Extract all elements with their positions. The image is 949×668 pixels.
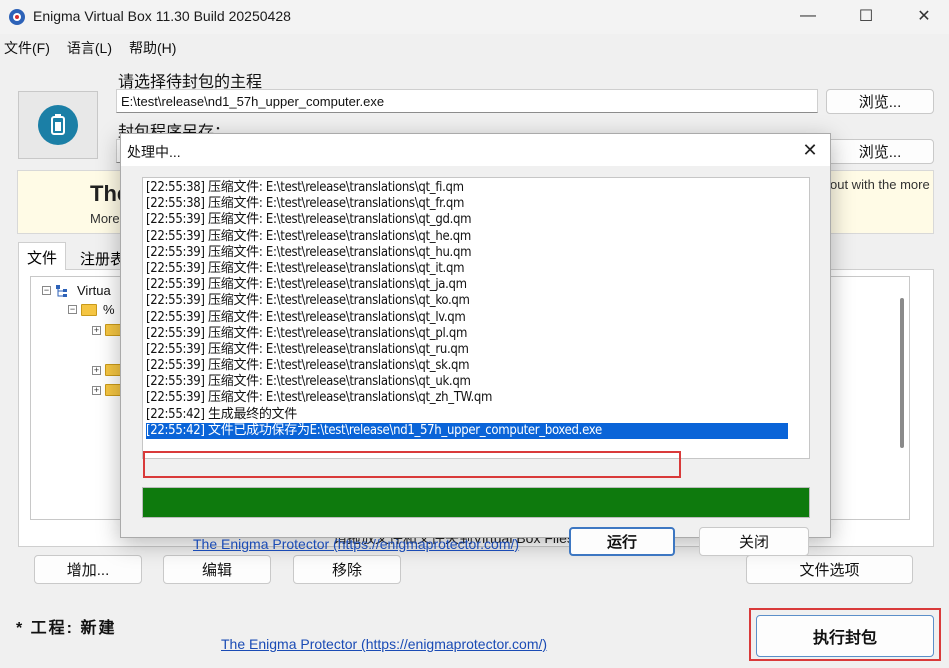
edit-button[interactable]: 编辑 xyxy=(163,555,271,584)
tab-files[interactable]: 文件 xyxy=(18,242,67,270)
log-line[interactable]: [22:55:39] 压缩文件: E:\test\release\transla… xyxy=(146,245,788,261)
log-line[interactable]: [22:55:39] 压缩文件: E:\test\release\transla… xyxy=(146,261,788,277)
title-bar: Enigma Virtual Box 11.30 Build 20250428 … xyxy=(0,0,949,34)
log-line[interactable]: [22:55:39] 压缩文件: E:\test\release\transla… xyxy=(146,358,788,374)
tree-root-label: Virtua xyxy=(77,283,111,298)
log-line-selected[interactable]: [22:55:42] 文件已成功保存为E:\test\release\nd1_5… xyxy=(146,422,788,439)
menu-language[interactable]: 语言(L) xyxy=(63,36,116,58)
log-line[interactable]: [22:55:39] 压缩文件: E:\test\release\transla… xyxy=(146,310,788,326)
main-exe-input[interactable] xyxy=(116,89,818,113)
tree-icon xyxy=(56,284,67,297)
tree-folder-root[interactable]: − % xyxy=(68,302,115,317)
file-options-button[interactable]: 文件选项 xyxy=(746,555,913,584)
logo-icon xyxy=(38,105,78,145)
expand-icon[interactable]: + xyxy=(92,365,101,375)
folder-icon xyxy=(105,324,121,336)
progress-fill xyxy=(143,488,809,517)
banner-right-text: out with the more xyxy=(830,177,930,192)
collapse-icon[interactable]: − xyxy=(42,286,51,295)
close-button[interactable]: ✕ xyxy=(896,0,949,32)
log-line[interactable]: [22:55:39] 压缩文件: E:\test\release\transla… xyxy=(146,293,788,309)
log-line[interactable]: [22:55:39] 压缩文件: E:\test\release\transla… xyxy=(146,277,788,293)
dialog-close-icon[interactable]: ✕ xyxy=(795,137,825,163)
log-line[interactable]: [22:55:38] 压缩文件: E:\test\release\transla… xyxy=(146,196,788,212)
log-list-box[interactable]: [22:55:38] 压缩文件: E:\test\release\transla… xyxy=(142,177,810,459)
dialog-title-bar: 处理中... ✕ xyxy=(121,134,830,166)
expand-icon[interactable]: + xyxy=(92,325,101,335)
log-line[interactable]: [22:55:38] 压缩文件: E:\test\release\transla… xyxy=(146,180,788,196)
tree-folder-label: % xyxy=(103,302,115,317)
expand-icon[interactable]: + xyxy=(92,385,101,395)
tree-root[interactable]: − Virtua xyxy=(42,283,111,298)
log-line[interactable]: [22:55:39] 压缩文件: E:\test\release\transla… xyxy=(146,342,788,358)
enigma-protector-link[interactable]: The Enigma Protector (https://enigmaprot… xyxy=(193,536,519,552)
folder-icon xyxy=(105,384,121,396)
log-list: [22:55:38] 压缩文件: E:\test\release\transla… xyxy=(146,180,788,439)
run-button[interactable]: 运行 xyxy=(569,527,675,556)
tree-folder[interactable]: + xyxy=(92,364,121,376)
dialog-close-button[interactable]: 关闭 xyxy=(699,527,809,556)
window-title: Enigma Virtual Box 11.30 Build 20250428 xyxy=(33,8,291,24)
dialog-title: 处理中... xyxy=(127,144,181,160)
process-button[interactable]: 执行封包 xyxy=(756,615,934,657)
browse-save-button[interactable]: 浏览... xyxy=(826,139,934,164)
tree-folder[interactable]: + xyxy=(92,324,121,336)
log-line[interactable]: [22:55:39] 压缩文件: E:\test\release\transla… xyxy=(146,229,788,245)
battery-icon xyxy=(51,114,65,135)
log-line[interactable]: [22:55:39] 压缩文件: E:\test\release\transla… xyxy=(146,212,788,228)
log-line[interactable]: [22:55:39] 压缩文件: E:\test\release\transla… xyxy=(146,374,788,390)
tree-scrollbar[interactable] xyxy=(900,298,904,448)
log-line[interactable]: [22:55:42] 生成最终的文件 xyxy=(146,407,788,423)
banner-subtitle: More xyxy=(90,211,120,226)
logo-box xyxy=(18,91,98,159)
collapse-icon[interactable]: − xyxy=(68,305,77,314)
tree-folder[interactable]: + xyxy=(92,384,121,396)
enigma-protector-link[interactable]: The Enigma Protector (https://enigmaprot… xyxy=(221,636,547,652)
menu-bar: 文件(F) 语言(L) 帮助(H) xyxy=(0,36,189,58)
menu-file[interactable]: 文件(F) xyxy=(0,36,54,58)
processing-dialog: 处理中... ✕ [22:55:38] 压缩文件: E:\test\releas… xyxy=(120,133,831,556)
dialog-body: [22:55:38] 压缩文件: E:\test\release\transla… xyxy=(121,166,830,556)
log-line[interactable]: [22:55:39] 压缩文件: E:\test\release\transla… xyxy=(146,390,788,406)
app-icon xyxy=(9,9,25,25)
remove-button[interactable]: 移除 xyxy=(293,555,401,584)
menu-help[interactable]: 帮助(H) xyxy=(125,36,180,58)
maximize-button[interactable]: ☐ xyxy=(838,0,894,32)
project-status: * 工程: 新建 xyxy=(16,620,117,637)
progress-bar xyxy=(142,487,810,518)
add-button[interactable]: 增加... xyxy=(34,555,142,584)
folder-icon xyxy=(81,303,97,316)
browse-main-button[interactable]: 浏览... xyxy=(826,89,934,114)
minimize-button[interactable]: — xyxy=(780,0,836,32)
folder-icon xyxy=(105,364,121,376)
log-line[interactable]: [22:55:39] 压缩文件: E:\test\release\transla… xyxy=(146,326,788,342)
